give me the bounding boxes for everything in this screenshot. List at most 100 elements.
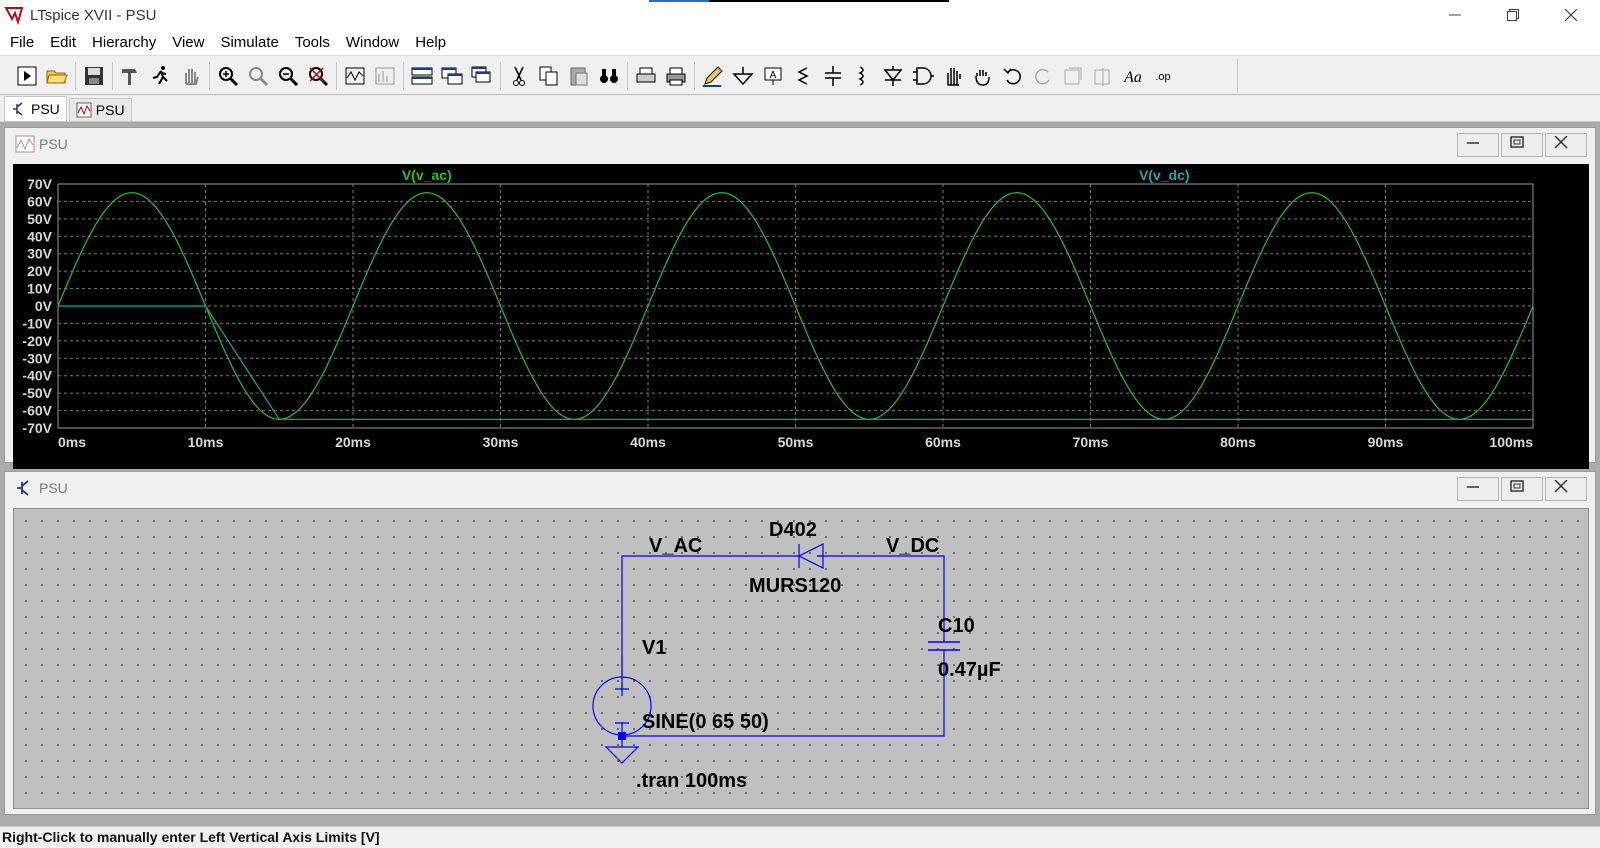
paste-button[interactable] [564,61,594,91]
tile-vertical-button[interactable] [437,61,467,91]
schematic-maximize-button[interactable] [1501,477,1543,501]
run-button[interactable] [146,61,176,91]
maximize-icon [1510,480,1524,492]
draw-wire-button[interactable] [698,61,728,91]
x-tick-label: 10ms [188,434,224,450]
diode-icon [883,65,903,86]
component-button[interactable] [908,61,938,91]
copy-button[interactable] [534,61,564,91]
resistor-button[interactable] [788,61,818,91]
y-tick-label: 50V [27,211,53,227]
pencil-icon [703,65,723,87]
tile-vertical-icon [441,67,463,84]
source-name-label[interactable]: V1 [642,637,666,659]
waveform-plot[interactable]: 0ms 10ms 20ms 30ms 40ms 50ms 60ms 70ms 80ms 90ms 1… [13,164,1589,469]
menu-window[interactable]: Window [338,34,407,51]
label-net-button[interactable]: A [758,61,788,91]
find-button[interactable] [594,61,624,91]
inductor-button[interactable] [848,61,878,91]
redo-button[interactable] [1028,61,1058,91]
restore-window-button[interactable] [1484,0,1542,30]
diode-button[interactable] [878,61,908,91]
menu-edit[interactable]: Edit [42,34,84,51]
schematic-icon [17,480,29,496]
menu-view[interactable]: View [164,34,212,51]
new-schematic-button[interactable] [12,61,42,91]
net-label-v-dc[interactable]: V_DC [886,535,939,557]
fft-button[interactable] [370,61,400,91]
control-panel-button[interactable] [116,61,146,91]
zoom-in-button[interactable] [213,61,243,91]
tile-horizontal-button[interactable] [407,61,437,91]
close-window-button[interactable] [1542,0,1600,30]
schematic-close-button[interactable] [1545,477,1587,501]
menu-help[interactable]: Help [407,34,454,51]
ground-button[interactable] [728,61,758,91]
tile-horizontal-icon [411,67,433,84]
spice-directive-icon: .op [1155,71,1170,83]
source-value-label[interactable]: SINE(0 65 50) [642,711,769,733]
scissors-icon [513,66,525,86]
close-icon [1565,9,1577,21]
zoom-pan-button[interactable] [243,61,273,91]
text-button[interactable]: Aa [1118,61,1148,91]
print-setup-button[interactable] [631,61,661,91]
restore-icon [1507,9,1519,21]
undo-button[interactable] [998,61,1028,91]
net-label-v-ac[interactable]: V_AC [649,535,702,557]
print-button[interactable] [661,61,691,91]
schematic-window-titlebar[interactable]: PSU [5,472,1595,504]
save-button[interactable] [79,61,109,91]
zoom-out-button[interactable] [273,61,303,91]
new-schematic-icon [17,66,37,85]
y-tick-label: -40V [22,368,52,384]
open-button[interactable] [42,61,72,91]
ground-symbol[interactable] [604,732,640,764]
waveform-close-button[interactable] [1545,133,1587,157]
x-tick-label: 50ms [778,434,814,450]
halt-button[interactable] [176,61,206,91]
capacitor-name-label[interactable]: C10 [938,615,975,637]
cut-button[interactable] [504,61,534,91]
cascade-button[interactable] [467,61,497,91]
tab-psu-waveform[interactable]: PSU [68,98,132,121]
diode-name-label[interactable]: D402 [769,519,817,541]
tran-directive[interactable]: .tran 100ms [636,770,747,792]
x-tick-label: 60ms [925,434,961,450]
rotate-button[interactable] [1058,61,1088,91]
tab-psu-schematic[interactable]: PSU [4,96,67,121]
diode-d402[interactable] [791,543,824,569]
minimize-window-button[interactable] [1426,0,1484,30]
mirror-button[interactable] [1088,61,1118,91]
waveform-window-title: PSU [39,136,68,152]
zoom-fit-button[interactable] [303,61,333,91]
legend-v-dc[interactable]: V(v_dc) [1139,167,1190,183]
schematic-canvas[interactable]: V_AC V_DC D402 MURS120 C10 0.47µF V1 SIN… [13,508,1589,809]
diode-model-label[interactable]: MURS120 [749,575,841,597]
capacitor-button[interactable] [818,61,848,91]
wire-v-dc[interactable] [817,555,945,642]
menu-file[interactable]: File [2,34,42,51]
menu-hierarchy[interactable]: Hierarchy [84,34,164,51]
x-tick-label: 40ms [630,434,666,450]
drag-button[interactable] [968,61,998,91]
x-tick-label: 80ms [1220,434,1256,450]
capacitor-value-label[interactable]: 0.47µF [938,659,1001,681]
waveform-icon [76,102,92,118]
move-button[interactable] [938,61,968,91]
spice-directive-button[interactable]: .op [1148,61,1178,91]
schematic-drawing[interactable]: V_AC V_DC D402 MURS120 C10 0.47µF V1 SIN… [14,509,1590,808]
waveform-minimize-button[interactable] [1457,133,1499,157]
waveform-icon [15,135,35,153]
menu-simulate[interactable]: Simulate [212,34,286,51]
menu-tools[interactable]: Tools [287,34,338,51]
minimize-icon [1449,14,1461,16]
waveform-window-titlebar[interactable]: PSU [5,128,1595,160]
waveform-chart[interactable]: 0ms 10ms 20ms 30ms 40ms 50ms 60ms 70ms 80ms 90ms 1… [13,164,1589,469]
toolbar-separator [694,61,695,90]
legend-v-ac[interactable]: V(v_ac) [402,167,452,183]
autorange-button[interactable] [340,61,370,91]
waveform-maximize-button[interactable] [1501,133,1543,157]
schematic-minimize-button[interactable] [1457,477,1499,501]
capacitor-c10[interactable] [928,641,960,651]
